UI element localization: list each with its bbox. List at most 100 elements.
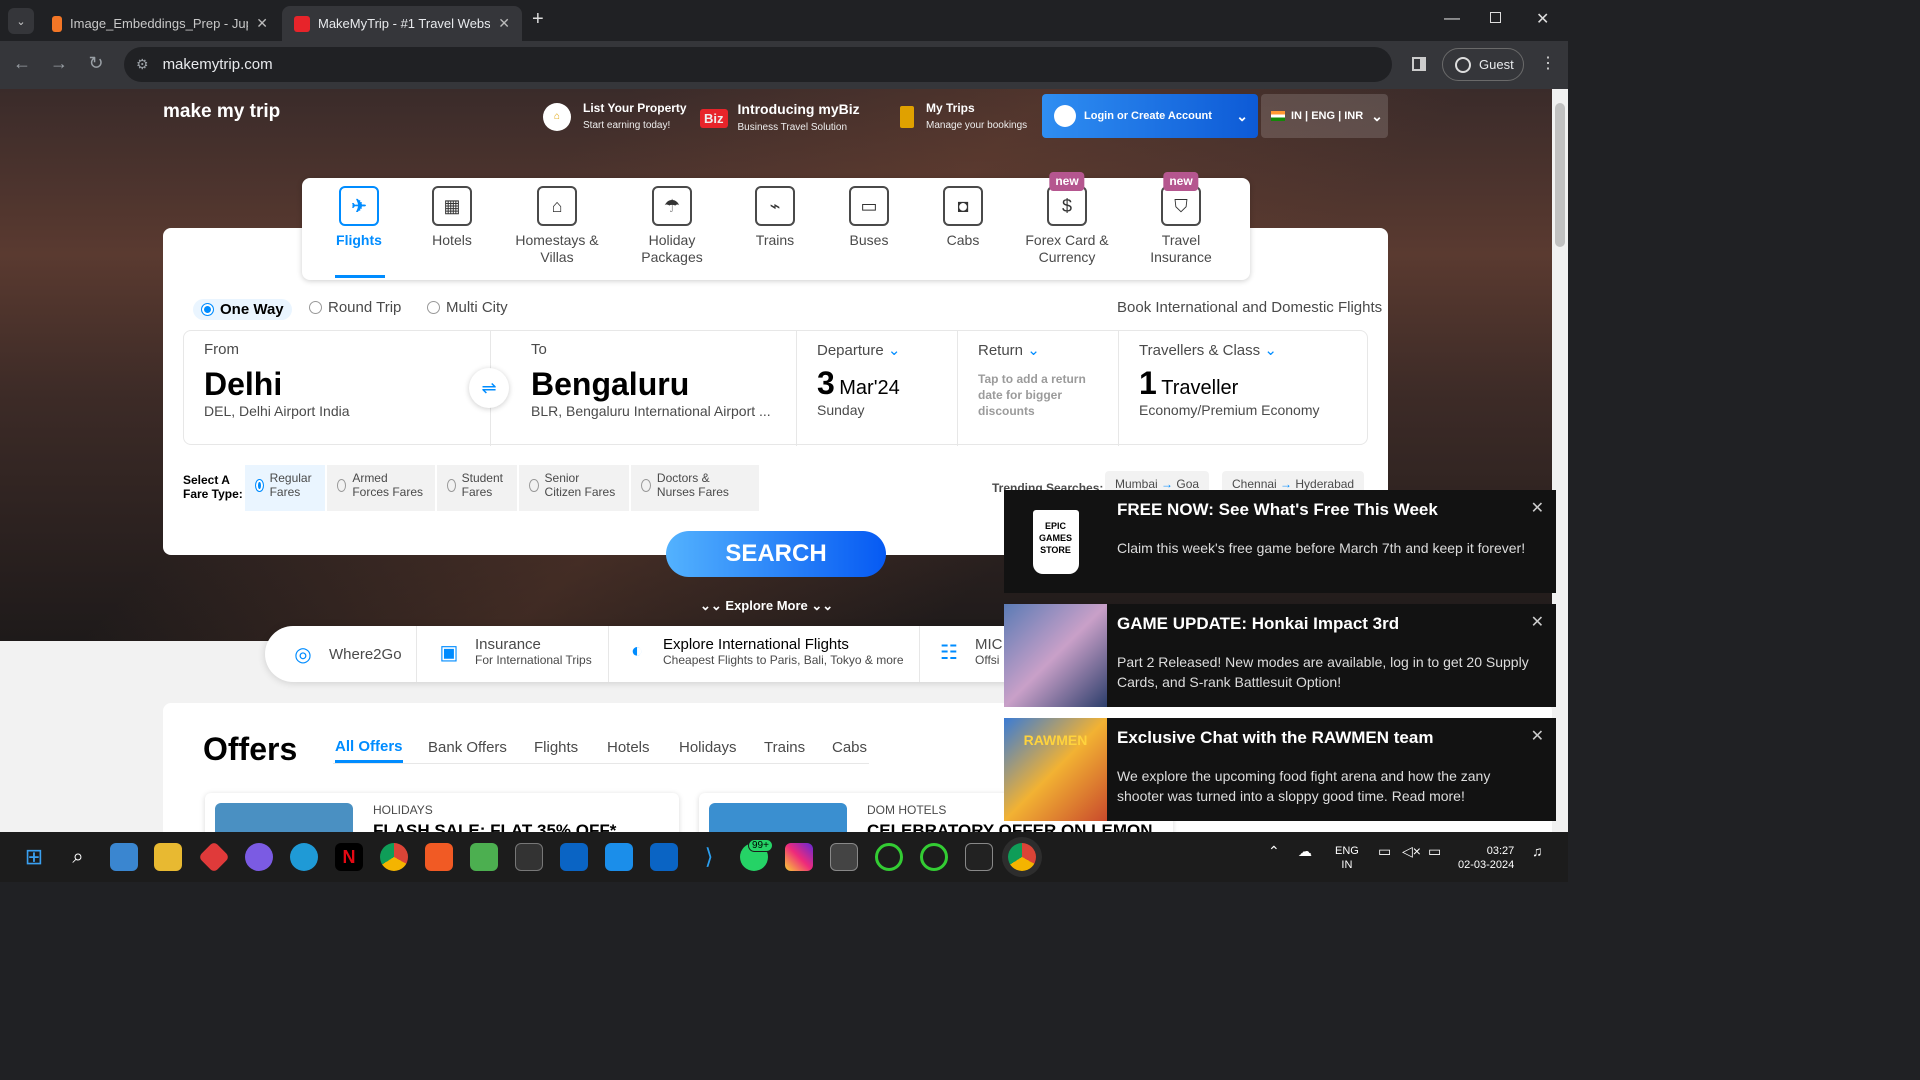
vscode-icon[interactable]: ⟩ xyxy=(695,843,723,871)
language-indicator[interactable]: ENG IN xyxy=(1335,844,1359,872)
to-field[interactable]: To Bengaluru BLR, Bengaluru Internationa… xyxy=(491,331,797,446)
search-icon[interactable]: ⌕ xyxy=(64,843,92,871)
app-icon[interactable] xyxy=(830,843,858,871)
widgets-icon[interactable] xyxy=(110,843,138,871)
terminal-icon[interactable] xyxy=(515,843,543,871)
side-panel-icon[interactable] xyxy=(1412,57,1426,71)
offers-tab-trains[interactable]: Trains xyxy=(764,739,805,756)
international-flights-link[interactable]: ◐ Explore International Flights Cheapest F… xyxy=(623,636,904,667)
nav-hotels[interactable]: ▦ Hotels xyxy=(417,186,487,249)
close-notification-icon[interactable]: ✕ xyxy=(1531,612,1544,632)
offers-tab-holidays[interactable]: Holidays xyxy=(679,739,737,756)
mice-link[interactable]: ☷ MIC Offsi xyxy=(935,636,1002,667)
app-icon[interactable] xyxy=(875,843,903,871)
offers-tab-flights[interactable]: Flights xyxy=(534,739,578,756)
fare-senior-citizen[interactable]: Senior Citizen Fares xyxy=(519,465,629,511)
tab-search-button[interactable]: ⌄ xyxy=(8,8,34,34)
profile-button[interactable]: Guest xyxy=(1442,48,1524,81)
instagram-icon[interactable] xyxy=(785,843,813,871)
powershell-icon[interactable] xyxy=(965,843,993,871)
nav-holiday-packages[interactable]: ☂ Holiday Packages xyxy=(622,186,722,266)
from-field[interactable]: From Delhi DEL, Delhi Airport India ⇌ xyxy=(184,331,509,446)
one-way-radio[interactable]: One Way xyxy=(193,299,292,320)
nav-cabs[interactable]: ◘ Cabs xyxy=(930,186,996,249)
windows-taskbar: ⊞ ⌕ N ⟩ 99+ ⌃ ☁ ENG IN ▭ ◁× ▭ 03:27 02-03-… xyxy=(0,832,1568,882)
new-tab-button[interactable]: + xyxy=(532,8,544,31)
prime-video-icon[interactable] xyxy=(605,843,633,871)
battery-icon[interactable]: ▭ xyxy=(1428,844,1441,858)
insurance-link[interactable]: ▣ Insurance For International Trips xyxy=(435,636,592,667)
nav-homestays[interactable]: ⌂ Homestays & Villas xyxy=(507,186,607,266)
fare-doctors-nurses[interactable]: Doctors & Nurses Fares xyxy=(631,465,759,511)
return-field[interactable]: Return ⌄ Tap to add a return date for bi… xyxy=(958,331,1119,446)
close-tab-icon[interactable]: ✕ xyxy=(498,15,510,32)
notification-epic-free[interactable]: EPIC GAMES STORE FREE NOW: See What's Fr… xyxy=(1004,490,1556,593)
outlook-icon[interactable] xyxy=(650,843,678,871)
volume-muted-icon[interactable]: ◁× xyxy=(1402,844,1421,858)
fare-armed-forces[interactable]: Armed Forces Fares xyxy=(327,465,435,511)
explore-more-link[interactable]: ⌄⌄ Explore More ⌄⌄ xyxy=(700,598,833,614)
chrome-icon[interactable] xyxy=(380,843,408,871)
clock[interactable]: 03:27 02-03-2024 xyxy=(1458,844,1514,872)
scrollbar-thumb[interactable] xyxy=(1555,103,1565,247)
multi-city-radio[interactable]: Multi City xyxy=(427,299,508,316)
offers-tab-bank[interactable]: Bank Offers xyxy=(428,739,507,756)
offers-tab-hotels[interactable]: Hotels xyxy=(607,739,650,756)
close-tab-icon[interactable]: ✕ xyxy=(256,15,268,32)
netflix-icon[interactable]: N xyxy=(335,843,363,871)
notification-bell-icon[interactable]: ♫ xyxy=(1532,844,1543,858)
menu-icon[interactable]: ⋮ xyxy=(1540,53,1556,73)
windows-start-icon[interactable]: ⊞ xyxy=(20,843,48,871)
notification-honkai[interactable]: GAME UPDATE: Honkai Impact 3rd Part 2 Re… xyxy=(1004,604,1556,707)
network-icon[interactable]: ▭ xyxy=(1378,844,1391,858)
where2go-link[interactable]: ◎ Where2Go xyxy=(289,642,401,666)
whatsapp-icon[interactable]: 99+ xyxy=(740,839,773,871)
edge-icon[interactable] xyxy=(290,843,318,871)
tab-makemytrip[interactable]: MakeMyTrip - #1 Travel Websit ✕ xyxy=(282,6,522,41)
back-icon[interactable]: ← xyxy=(10,53,34,74)
close-notification-icon[interactable]: ✕ xyxy=(1531,498,1544,518)
fare-regular[interactable]: Regular Fares xyxy=(245,465,325,511)
app-icon[interactable] xyxy=(245,843,273,871)
forward-icon[interactable]: → xyxy=(47,53,71,74)
store-icon[interactable] xyxy=(560,843,588,871)
chevron-up-icon[interactable]: ⌃ xyxy=(1268,844,1280,858)
jupyter-icon xyxy=(52,15,62,32)
minimize-icon[interactable]: — xyxy=(1444,10,1460,28)
tab-jupyter[interactable]: Image_Embeddings_Prep - Jupy ✕ xyxy=(40,6,280,41)
my-trips-link[interactable]: My Trips Manage your bookings xyxy=(900,101,1027,133)
offers-tab-all[interactable]: All Offers xyxy=(335,738,403,763)
nav-buses[interactable]: ▭ Buses xyxy=(836,186,902,249)
brave-icon[interactable] xyxy=(425,843,453,871)
round-trip-radio[interactable]: Round Trip xyxy=(309,299,401,316)
search-button[interactable]: SEARCH xyxy=(666,531,886,577)
offer-card[interactable]: HOLIDAYS FLASH SALE: FLAT 35% OFF* xyxy=(205,793,679,832)
site-info-icon[interactable]: ⚙ xyxy=(136,56,149,73)
fare-student[interactable]: Student Fares xyxy=(437,465,517,511)
nav-forex[interactable]: new $ Forex Card & Currency xyxy=(1014,172,1120,266)
list-property-link[interactable]: ⌂ List Your Property Start earning today! xyxy=(543,101,687,133)
app-icon[interactable] xyxy=(920,843,948,871)
departure-field[interactable]: Departure ⌄ 3 Mar'24 Sunday xyxy=(797,331,958,446)
reload-icon[interactable]: ↻ xyxy=(84,53,108,74)
epic-games-logo: EPIC GAMES STORE xyxy=(1004,490,1107,593)
mybiz-link[interactable]: Biz Introducing myBiz Business Travel Sol… xyxy=(700,101,860,135)
notification-rawmen[interactable]: RAWMEN Exclusive Chat with the RAWMEN te… xyxy=(1004,718,1556,821)
nav-travel-insurance[interactable]: new ⛉ Travel Insurance xyxy=(1138,172,1224,266)
chrome-active-icon[interactable] xyxy=(1008,843,1036,871)
travellers-field[interactable]: Travellers & Class ⌄ 1 Traveller Economy… xyxy=(1119,331,1367,446)
close-window-icon[interactable]: ✕ xyxy=(1536,9,1549,29)
address-bar[interactable]: ⚙ makemytrip.com xyxy=(124,47,1392,82)
locale-selector[interactable]: IN | ENG | INR ⌄ xyxy=(1261,94,1388,138)
onedrive-icon[interactable]: ☁ xyxy=(1298,844,1312,858)
restore-icon[interactable] xyxy=(1490,12,1501,23)
file-explorer-icon[interactable] xyxy=(154,843,182,871)
nav-trains[interactable]: ⌁ Trains xyxy=(742,186,808,249)
offers-tab-cabs[interactable]: Cabs xyxy=(832,739,867,756)
nav-flights[interactable]: ✈ Flights xyxy=(322,186,396,249)
close-notification-icon[interactable]: ✕ xyxy=(1531,726,1544,746)
app-icon[interactable] xyxy=(470,843,498,871)
logo[interactable]: make my trip xyxy=(163,101,280,123)
app-icon[interactable] xyxy=(198,841,230,873)
login-button[interactable]: Login or Create Account ⌄ xyxy=(1042,94,1258,138)
